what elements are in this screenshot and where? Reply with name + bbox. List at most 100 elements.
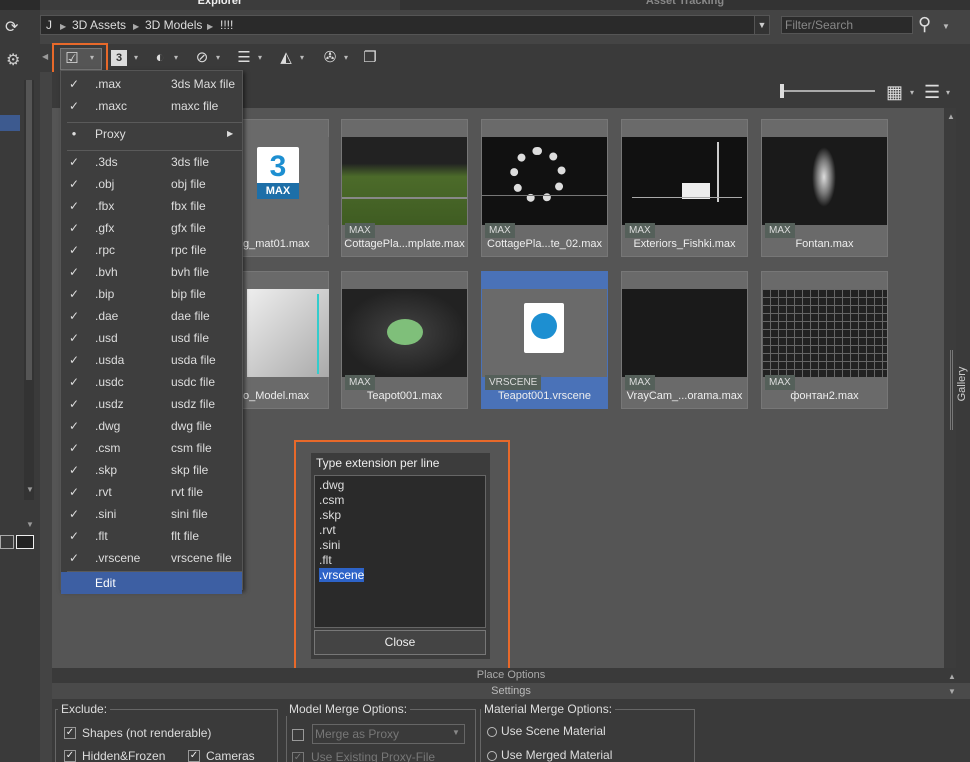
checkmark-icon: ✓ bbox=[68, 419, 80, 433]
menu-item-label: .bvh bbox=[95, 265, 118, 279]
material-sphere-icon[interactable]: ◐ bbox=[150, 48, 170, 68]
sort-caret-icon[interactable]: ▾ bbox=[946, 88, 950, 97]
menu-item[interactable]: ✓ .max 3ds Max file bbox=[61, 73, 242, 95]
collapse-icon[interactable]: ▲ bbox=[948, 672, 956, 681]
grid-view-icon[interactable]: ▦ bbox=[886, 82, 903, 103]
thumbnail-tile[interactable]: MAX Fontan.max bbox=[761, 119, 888, 257]
menu-item[interactable]: ✓ .usd usd file bbox=[61, 327, 242, 349]
cameras-checkbox[interactable]: ✓ bbox=[188, 750, 200, 762]
menu-item[interactable]: ✓ .bvh bvh file bbox=[61, 261, 242, 283]
menu-item[interactable]: ✓ .dwg dwg file bbox=[61, 415, 242, 437]
material-caret-icon[interactable]: ▾ bbox=[174, 52, 182, 64]
refresh-icon[interactable]: ⟳ bbox=[5, 17, 18, 37]
merge-as-proxy-checkbox[interactable] bbox=[292, 729, 304, 741]
thumb-size-slider-handle[interactable] bbox=[780, 84, 784, 98]
thumb-size-slider-track[interactable] bbox=[780, 90, 875, 92]
menu-item-label: .dae bbox=[95, 309, 119, 323]
menu-item[interactable]: ✓ .maxc maxc file bbox=[61, 95, 242, 117]
visibility-caret-icon[interactable]: ▾ bbox=[216, 52, 224, 64]
address-dropdown-icon[interactable]: ▼ bbox=[754, 15, 770, 35]
breadcrumb-current[interactable]: !!!! bbox=[220, 18, 233, 32]
menu-item-description: usd file bbox=[171, 331, 210, 345]
extension-line[interactable]: .sini bbox=[319, 538, 340, 552]
use-existing-proxy-checkbox[interactable]: ✓ bbox=[292, 752, 304, 762]
copy-window-icon[interactable]: ❐ bbox=[360, 48, 380, 68]
thumbnail-tile[interactable]: MAX Teapot001.max bbox=[341, 271, 468, 409]
scroll-down-icon[interactable]: ▼ bbox=[26, 485, 34, 494]
search-icon[interactable]: ⚲ bbox=[918, 14, 931, 35]
menu-item-edit[interactable]: Edit bbox=[61, 572, 242, 594]
menu-item[interactable]: ✓ .skp skp file bbox=[61, 459, 242, 481]
menu-item[interactable]: ✓ .usdz usdz file bbox=[61, 393, 242, 415]
menu-item[interactable]: ✓ .obj obj file bbox=[61, 173, 242, 195]
menu-item[interactable]: ✓ .gfx gfx file bbox=[61, 217, 242, 239]
sidebar-scroll-thumb[interactable] bbox=[26, 80, 32, 380]
extension-line[interactable]: .rvt bbox=[319, 523, 336, 537]
sort-icon[interactable]: ☰ bbox=[924, 82, 940, 103]
scroll-up-icon[interactable]: ▲ bbox=[947, 112, 955, 121]
gear-icon[interactable]: ⚙ bbox=[6, 50, 20, 70]
menu-item[interactable]: ✓ .sini sini file bbox=[61, 503, 242, 525]
thumbnail-tile[interactable]: MAX Exteriors_Fishki.max bbox=[621, 119, 748, 257]
menu-item[interactable]: ✓ .vrscene vrscene file bbox=[61, 547, 242, 569]
list-view-icon[interactable]: ☰ bbox=[234, 48, 254, 68]
menu-item[interactable]: ✓ .bip bip file bbox=[61, 283, 242, 305]
tag-icon[interactable]: ◭ bbox=[276, 48, 296, 68]
hide-visibility-icon[interactable]: ⊘ bbox=[192, 48, 212, 68]
tag-caret-icon[interactable]: ▾ bbox=[300, 52, 308, 64]
max-version-caret-icon[interactable]: ▾ bbox=[134, 52, 142, 64]
thumbnail-image bbox=[762, 137, 887, 225]
use-merged-material-radio[interactable] bbox=[487, 751, 497, 761]
menu-item[interactable]: ✓ .dae dae file bbox=[61, 305, 242, 327]
gallery-grip[interactable] bbox=[950, 350, 953, 430]
max-version-icon[interactable]: 3 bbox=[111, 50, 127, 66]
thumbnail-tile[interactable]: MAX фонтан2.max bbox=[761, 271, 888, 409]
view-caret-icon[interactable]: ▾ bbox=[910, 88, 914, 97]
place-options-bar[interactable]: Place Options bbox=[52, 668, 970, 683]
menu-item[interactable]: ● Proxy ▶ bbox=[61, 123, 242, 145]
menu-item[interactable]: ✓ .rpc rpc file bbox=[61, 239, 242, 261]
extension-line-selected[interactable]: .vrscene bbox=[319, 568, 365, 582]
panel-icon-b[interactable] bbox=[16, 535, 34, 549]
extension-line[interactable]: .dwg bbox=[319, 478, 344, 492]
menu-item-label: .usdc bbox=[95, 375, 124, 389]
menu-item-label: .obj bbox=[95, 177, 115, 191]
menu-item[interactable]: ✓ .usda usda file bbox=[61, 349, 242, 371]
collapse-icon[interactable]: ▼ bbox=[948, 687, 956, 696]
menu-item[interactable]: ✓ .csm csm file bbox=[61, 437, 242, 459]
radiation-caret-icon[interactable]: ▾ bbox=[344, 52, 352, 64]
shapes-checkbox[interactable]: ✓ bbox=[64, 727, 76, 739]
breadcrumb-3d-models[interactable]: 3D Models bbox=[145, 18, 202, 32]
toolbar-left-arrow-icon[interactable]: ◀ bbox=[42, 52, 48, 61]
filter-search-input[interactable]: Filter/Search bbox=[781, 16, 913, 34]
use-scene-material-radio[interactable] bbox=[487, 727, 497, 737]
checkmark-icon: ✓ bbox=[68, 397, 80, 411]
menu-item[interactable]: ✓ .usdc usdc file bbox=[61, 371, 242, 393]
sidebar-selected-item[interactable] bbox=[0, 115, 20, 131]
thumbnail-tile[interactable]: MAX VrayCam_...orama.max bbox=[621, 271, 748, 409]
close-button[interactable]: Close bbox=[314, 630, 486, 655]
list-caret-icon[interactable]: ▾ bbox=[258, 52, 266, 64]
search-options-caret-icon[interactable]: ▼ bbox=[942, 22, 950, 31]
radiation-icon[interactable]: ✇ bbox=[320, 48, 340, 68]
thumbnail-tile[interactable]: MAX CottagePla...mplate.max bbox=[341, 119, 468, 257]
breadcrumb-root[interactable]: J bbox=[46, 18, 52, 32]
thumbnail-tile-selected[interactable]: VRSCENE Teapot001.vrscene bbox=[481, 271, 608, 409]
tab-explorer[interactable]: Explorer bbox=[40, 0, 400, 10]
breadcrumb-3d-assets[interactable]: 3D Assets bbox=[72, 18, 126, 32]
tab-asset-tracking[interactable]: Asset Tracking bbox=[400, 0, 970, 10]
breadcrumb-separator-icon: ▶ bbox=[60, 22, 67, 31]
hidden-frozen-checkbox[interactable]: ✓ bbox=[64, 750, 76, 762]
menu-item[interactable]: ✓ .rvt rvt file bbox=[61, 481, 242, 503]
settings-bar[interactable]: Settings bbox=[52, 683, 970, 699]
thumbnail-tile[interactable]: MAX CottagePla...te_02.max bbox=[481, 119, 608, 257]
extension-line[interactable]: .skp bbox=[319, 508, 341, 522]
extension-line[interactable]: .flt bbox=[319, 553, 332, 567]
extension-line[interactable]: .csm bbox=[319, 493, 344, 507]
filter-types-caret-icon[interactable]: ▾ bbox=[90, 52, 98, 64]
panel-icon-a[interactable] bbox=[0, 535, 14, 549]
chevron-down-icon[interactable]: ▼ bbox=[26, 520, 34, 529]
menu-item[interactable]: ✓ .flt flt file bbox=[61, 525, 242, 547]
menu-item[interactable]: ✓ .3ds 3ds file bbox=[61, 151, 242, 173]
menu-item[interactable]: ✓ .fbx fbx file bbox=[61, 195, 242, 217]
